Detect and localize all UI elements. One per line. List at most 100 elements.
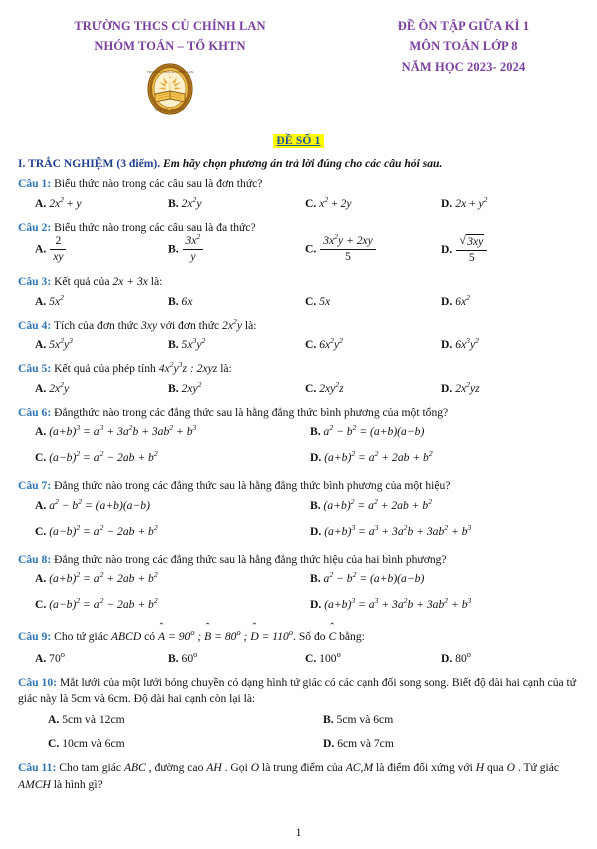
question-7-stem: Câu 7: Đẳng thức nào trong các đẳng thức… xyxy=(18,478,585,494)
question-9-angles: A = 90o ; B = 80o ; D = 110o xyxy=(158,629,293,644)
option-7c[interactable]: C. (a−b)2 = a2 − 2ab + b2 xyxy=(35,523,158,537)
option-5c[interactable]: C. 2xy2z xyxy=(305,381,344,395)
question-5-options: A. 2x2y B. 2xy2 C. 2xy2z D. 2x2yz xyxy=(18,381,585,400)
svg-text:DẠY TỐT · HỌC TỐT: DẠY TỐT · HỌC TỐT xyxy=(155,106,185,111)
option-4a[interactable]: A. 5x2y3 xyxy=(35,337,73,351)
question-1-number: Câu 1: xyxy=(18,177,52,191)
question-4-expression-1: 3xy xyxy=(141,318,158,332)
option-6d[interactable]: D. (a+b)2 = a2 + 2ab + b2 xyxy=(310,450,433,464)
question-9-text-mid: có xyxy=(144,630,156,644)
question-5: Câu 5: Kết quả của phép tính 4x2y3z : 2x… xyxy=(18,361,585,399)
question-3-text-post: là: xyxy=(150,275,163,289)
question-1-stem: Câu 1: Biểu thức nào trong các câu sau l… xyxy=(18,176,585,192)
option-4b[interactable]: B. 5x3y2 xyxy=(168,337,205,351)
option-3b[interactable]: B. 6x xyxy=(168,295,193,308)
option-8c[interactable]: C. (a−b)2 = a2 − 2ab + b2 xyxy=(35,597,158,611)
option-3c[interactable]: C. 5x xyxy=(305,295,330,308)
question-9-text-pre: Cho tứ giác xyxy=(54,630,109,644)
option-2c[interactable]: C. 3x2y + 2xy 5 xyxy=(305,233,377,265)
option-2b[interactable]: B. 3x2 y xyxy=(168,233,204,265)
option-7a[interactable]: A. a2 − b2 = (a+b)(a−b) xyxy=(35,497,150,511)
option-6c[interactable]: C. (a−b)2 = a2 − 2ab + b2 xyxy=(35,450,158,464)
question-6-options-row1: A. (a+b)3 = a3 + 3a2b + 3ab2 + b3 B. a2 … xyxy=(18,424,585,447)
exam-subject: MÔN TOÁN LỚP 8 xyxy=(409,39,518,54)
question-4: Câu 4: Tích của đơn thức 3xy với đơn thứ… xyxy=(18,318,585,356)
question-1-options: A. 2x2 + y B. 2x2y C. x2 + 2y D. 2x + y2 xyxy=(18,196,585,215)
option-6b[interactable]: B. a2 − b2 = (a+b)(a−b) xyxy=(310,424,424,438)
option-8a[interactable]: A. (a+b)2 = a2 + 2ab + b2 xyxy=(35,571,158,585)
question-3-number: Câu 3: xyxy=(18,275,52,289)
question-3-text-pre: Kết quả của xyxy=(54,275,110,289)
option-3d[interactable]: D. 6x2 xyxy=(441,294,470,308)
option-9c[interactable]: C. 100o xyxy=(305,650,341,665)
question-5-text-post: là: xyxy=(220,362,232,376)
option-2d[interactable]: D. 3xy5 xyxy=(441,233,488,266)
question-4-options: A. 5x2y3 B. 5x3y2 C. 6x2y2 D. 6x3y2 xyxy=(18,337,585,356)
option-7b[interactable]: B. (a+b)2 = a2 + 2ab + b2 xyxy=(310,497,432,511)
option-4d[interactable]: D. 6x3y2 xyxy=(441,337,479,351)
school-emblem-icon: TRƯỜNG THCS CÙ CHÍNH LAN DẠY TỐT · HỌC T… xyxy=(147,62,193,115)
exam-type: ĐỀ ÔN TẬP GIỮA KÌ 1 xyxy=(397,19,530,33)
option-9b[interactable]: B. 60o xyxy=(168,650,197,665)
option-10a[interactable]: A. 5cm và 12cm xyxy=(48,713,125,726)
question-9-stem: Câu 9: Cho tứ giác ABCD có A = 90o ; B =… xyxy=(18,629,585,645)
question-4-number: Câu 4: xyxy=(18,318,52,332)
option-1a[interactable]: A. 2x2 + y xyxy=(35,196,81,210)
option-6a[interactable]: A. (a+b)3 = a3 + 3a2b + 3ab2 + b3 xyxy=(35,424,196,438)
question-8-number: Câu 8: xyxy=(18,552,52,566)
question-2-text: Biểu thức nào trong các câu sau là đa th… xyxy=(54,220,256,234)
option-5b[interactable]: B. 2xy2 xyxy=(168,381,201,395)
question-4-text-post: là: xyxy=(244,318,257,332)
option-1c[interactable]: C. x2 + 2y xyxy=(305,196,351,210)
question-2-stem: Câu 2: Biểu thức nào trong các câu sau l… xyxy=(18,220,585,236)
section-label: I. TRẮC NGHIỆM (3 điểm). xyxy=(18,156,161,170)
option-5a[interactable]: A. 2x2y xyxy=(35,381,69,395)
option-2a[interactable]: A. 2 xy xyxy=(35,234,67,265)
option-5d[interactable]: D. 2x2yz xyxy=(441,381,480,395)
question-6: Câu 6: Đẳngthức nào trong các đẳng thức … xyxy=(18,405,585,473)
question-6-text: Đẳngthức nào trong các đẳng thức sau là … xyxy=(54,405,449,419)
option-9d[interactable]: D. 80o xyxy=(441,650,471,665)
question-2-number: Câu 2: xyxy=(18,220,52,234)
page-number: 1 xyxy=(295,827,302,839)
question-1-text: Biểu thức nào trong các câu sau là đơn t… xyxy=(54,177,263,191)
question-6-stem: Câu 6: Đẳngthức nào trong các đẳng thức … xyxy=(18,405,585,421)
question-8-options-row1: A. (a+b)2 = a2 + 2ab + b2 B. a2 − b2 = (… xyxy=(18,571,585,594)
question-3-stem: Câu 3: Kết quả của 2x + 3x là: xyxy=(18,274,585,290)
exam-school-year: NĂM HỌC 2023- 2024 xyxy=(401,59,526,74)
question-10-options-row1: A. 5cm và 12cm B. 5cm và 6cm xyxy=(18,713,585,731)
question-3: Câu 3: Kết quả của 2x + 3x là: A. 5x2 B.… xyxy=(18,274,585,312)
question-4-stem: Câu 4: Tích của đơn thức 3xy với đơn thứ… xyxy=(18,318,585,334)
school-name: TRƯỜNG THCS CÙ CHÍNH LAN xyxy=(74,19,266,33)
school-header-block: TRƯỜNG THCS CÙ CHÍNH LAN NHÓM TOÁN – TỔ … xyxy=(0,16,330,117)
option-4c[interactable]: C. 6x2y2 xyxy=(305,337,343,351)
question-7-options-row2: C. (a−b)2 = a2 − 2ab + b2 D. (a+b)3 = a3… xyxy=(18,523,585,547)
option-10b[interactable]: B. 5cm và 6cm xyxy=(323,713,393,726)
question-11: Câu 11: Cho tam giác ABC , đường cao AH … xyxy=(18,760,585,793)
question-9-options: A. 70o B. 60o C. 100o D. 80o xyxy=(18,650,585,670)
question-5-expression: 4x2y3z : 2xyz xyxy=(158,360,218,376)
option-9a[interactable]: A. 70o xyxy=(35,650,65,665)
question-2: Câu 2: Biểu thức nào trong các câu sau l… xyxy=(18,220,585,269)
question-9-quad-name: ABCD xyxy=(110,630,142,644)
section-instruction: Em hãy chọn phương án trả lời đúng cho c… xyxy=(163,156,443,170)
exam-page: TRƯỜNG THCS CÙ CHÍNH LAN NHÓM TOÁN – TỔ … xyxy=(0,0,597,849)
document-header: TRƯỜNG THCS CÙ CHÍNH LAN NHÓM TOÁN – TỔ … xyxy=(0,0,597,117)
option-3a[interactable]: A. 5x2 xyxy=(35,294,64,308)
option-10c[interactable]: C. 10cm và 6cm xyxy=(48,737,125,750)
question-7-options-row1: A. a2 − b2 = (a+b)(a−b) B. (a+b)2 = a2 +… xyxy=(18,497,585,521)
question-4-expression-2: 2x2y xyxy=(222,316,242,332)
question-7-text: Đẳng thức nào trong các đẳng thức sau là… xyxy=(54,479,451,493)
question-8-text: Đẳng thức nào trong các đẳng thức sau là… xyxy=(54,552,447,566)
option-7d[interactable]: D. (a+b)3 = a3 + 3a2b + 3ab2 + b3 xyxy=(310,523,471,537)
option-8d[interactable]: D. (a+b)3 = a3 + 3a2b + 3ab2 + b3 xyxy=(310,597,471,611)
question-10-stem: Câu 10: Mắt lưới của một lưới bóng chuyề… xyxy=(18,675,585,708)
question-10: Câu 10: Mắt lưới của một lưới bóng chuyề… xyxy=(18,675,585,756)
exam-title-wrap: ĐỀ SỐ 1 xyxy=(0,131,597,149)
option-8b[interactable]: B. a2 − b2 = (a+b)(a−b) xyxy=(310,571,424,585)
option-10d[interactable]: D. 6cm và 7cm xyxy=(323,737,394,750)
question-6-number: Câu 6: xyxy=(18,405,52,419)
option-1d[interactable]: D. 2x + y2 xyxy=(441,196,487,210)
question-1: Câu 1: Biểu thức nào trong các câu sau l… xyxy=(18,176,585,214)
option-1b[interactable]: B. 2x2y xyxy=(168,196,201,210)
